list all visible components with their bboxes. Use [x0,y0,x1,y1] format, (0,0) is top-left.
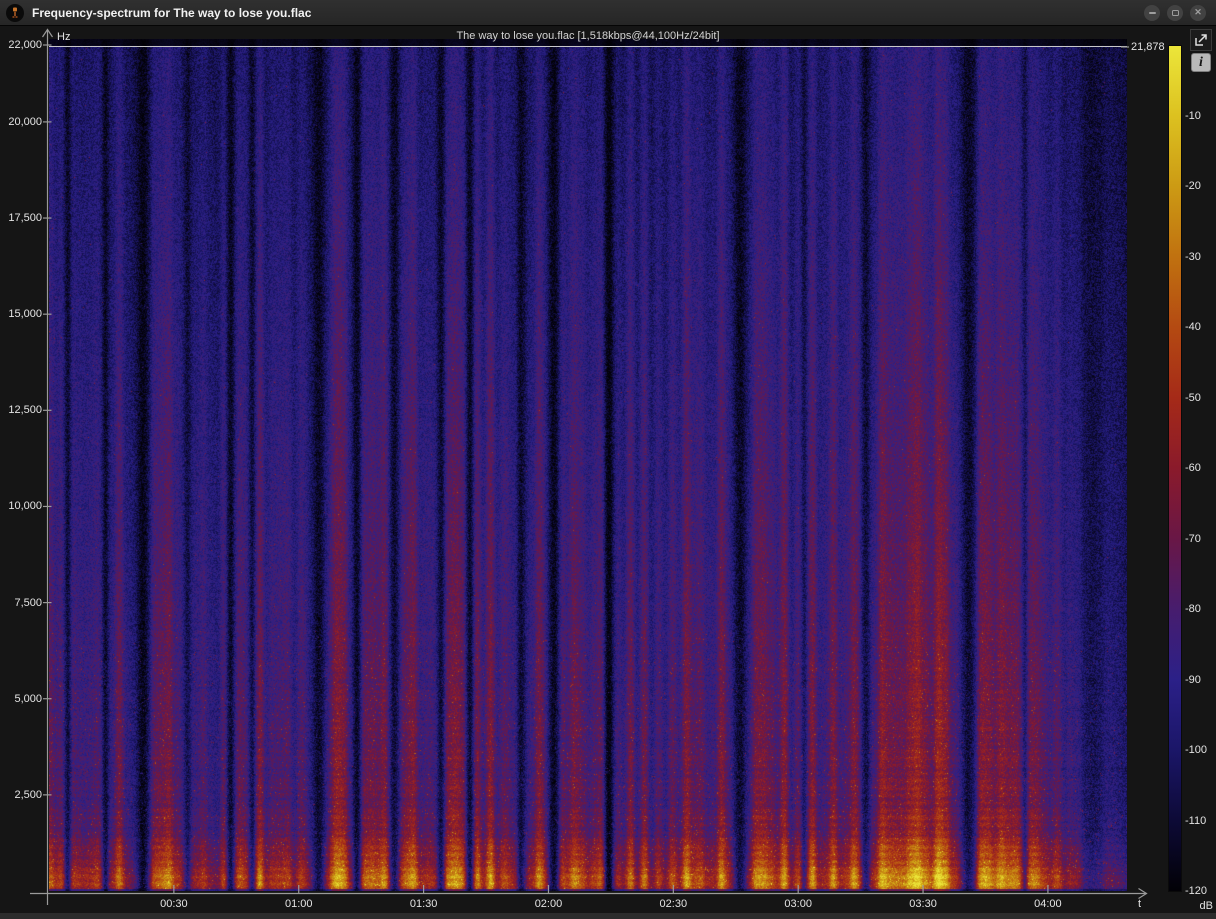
x-tick-label: 01:00 [284,898,313,910]
y-axis-unit-label: Hz [57,31,71,43]
y-tick-label: 2,500 [14,788,42,801]
db-tick-label: -40 [1185,321,1201,333]
db-tick-label: -10 [1185,109,1201,122]
y-tick-label: 5,000 [14,692,42,705]
window-controls: ✕ [1144,4,1206,21]
titlebar[interactable]: Frequency-spectrum for The way to lose y… [0,0,1216,26]
db-tick-label: -90 [1185,673,1201,686]
db-tick-label: -70 [1185,532,1201,545]
db-tick-label: -100 [1185,744,1208,756]
y-tick-label: 15,000 [8,308,42,321]
maximize-icon [1171,9,1179,16]
close-icon: ✕ [1194,7,1202,17]
y-tick-label: 7,500 [14,596,42,609]
info-button[interactable]: i [1191,53,1211,72]
x-tick-label: 00:30 [160,898,188,910]
colorbar-unit-label: dB [1199,900,1213,912]
plot-caption: The way to lose you.flac [1,518kbps@44,1… [456,30,720,42]
y-tick-label: 20,000 [8,115,42,128]
db-tick-label: -120 [1185,885,1208,897]
minimize-icon [1148,11,1156,14]
db-tick-label: -60 [1185,462,1201,474]
db-tick-label: -110 [1185,814,1207,827]
info-icon: i [1199,54,1203,70]
spectrogram-canvas [49,39,1127,891]
x-tick-label: 03:00 [784,898,812,910]
close-button[interactable]: ✕ [1190,4,1206,21]
db-tick-label: -50 [1185,391,1201,404]
mascot-icon [8,5,22,20]
db-tick-label: -30 [1185,250,1201,263]
x-axis-unit-label: t [1138,898,1142,910]
external-link-icon [1195,34,1207,46]
cutoff-frequency-label: 21,878 [1131,41,1165,53]
x-tick-label: 01:30 [409,898,438,910]
db-tick-label: -80 [1185,603,1201,615]
window-title: Frequency-spectrum for The way to lose y… [32,5,312,20]
window-bottom-edge [0,913,1216,919]
x-tick-label: 04:00 [1034,898,1062,910]
maximize-button[interactable] [1167,4,1183,21]
minimize-button[interactable] [1144,4,1160,21]
y-tick-label: 12,500 [8,404,42,417]
x-tick-label: 02:30 [659,898,688,910]
x-tick-label: 03:30 [909,898,937,910]
y-tick-label: 22,000 [8,39,42,51]
y-tick-label: 10,000 [8,500,42,513]
x-tick-label: 02:00 [534,898,563,910]
colorbar [1168,45,1182,892]
frequency-cutoff-line [49,46,1127,47]
open-external-button[interactable] [1190,29,1212,51]
app-icon [6,3,24,22]
y-tick-label: 17,500 [8,212,42,225]
window: Frequency-spectrum for The way to lose y… [0,0,1216,919]
db-tick-label: -20 [1185,180,1201,192]
